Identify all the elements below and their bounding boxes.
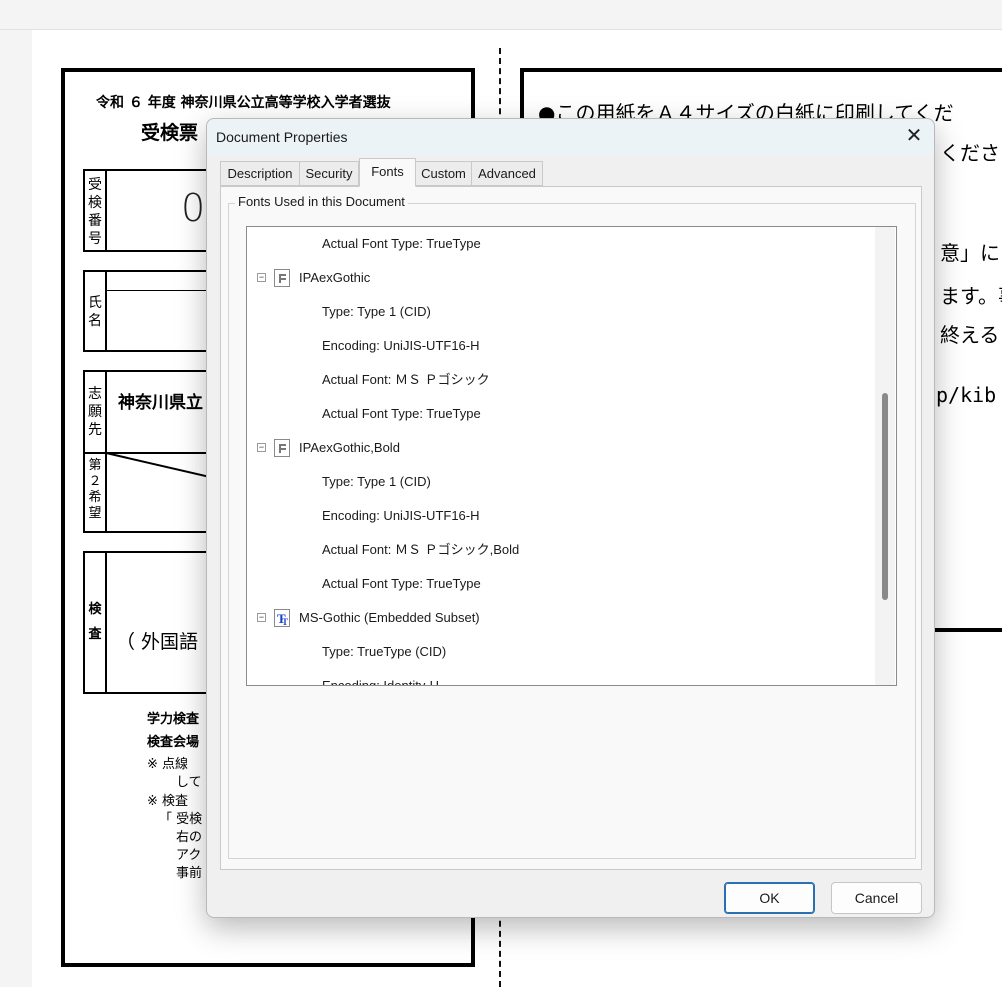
font-detail-label: Type: Type 1 (CID) — [322, 304, 431, 319]
tab-advanced[interactable]: Advanced — [471, 161, 543, 186]
font-detail-label: Type: TrueType (CID) — [322, 644, 447, 659]
note-line-4: して — [176, 775, 202, 790]
cancel-button[interactable]: Cancel — [831, 882, 922, 914]
font-name-label: MS-Gothic (Embedded Subset) — [299, 610, 480, 625]
exam-label: 検査 — [88, 602, 102, 642]
tab-security[interactable]: Security — [299, 161, 359, 186]
choice-label: 志願先 — [88, 386, 102, 438]
tab-description[interactable]: Description — [220, 161, 300, 186]
ok-button[interactable]: OK — [724, 882, 815, 914]
ticket-title: 受検票 — [141, 122, 199, 144]
note-line-5: ※ 検査 — [147, 794, 189, 809]
exam-value-cell — [105, 551, 215, 694]
instruction-line-5: 終える — [940, 323, 1000, 347]
exam-number-label: 受検番号 — [88, 177, 102, 247]
note-line-8: アク — [176, 848, 202, 863]
font-detail-label: Actual Font Type: TrueType — [322, 576, 481, 591]
diagonal-strike-line — [106, 452, 210, 478]
note-line-9: 事前 — [176, 866, 203, 881]
note-line-3: ※ 点線 — [147, 757, 189, 772]
collapse-icon[interactable]: − — [257, 443, 266, 452]
font-detail-label: Encoding: UniJIS-UTF16-H — [322, 508, 480, 523]
document-properties-dialog: Document Properties ✕ Description Securi… — [206, 118, 935, 918]
font-detail-label: Encoding: Identity-H — [322, 678, 440, 686]
font-name-label: IPAexGothic — [299, 270, 371, 285]
name-divider — [107, 290, 213, 291]
tab-custom[interactable]: Custom — [415, 161, 472, 186]
fonts-group-label: Fonts Used in this Document — [235, 194, 408, 209]
instruction-url-fragment: p/kib — [936, 383, 997, 407]
name-label: 氏名 — [88, 295, 102, 329]
font-name-label: IPAexGothic,Bold — [299, 440, 400, 455]
choice-value: 神奈川県立 — [118, 393, 203, 413]
fonts-tree-view[interactable]: Actual Font Type: TrueType − IPAexGothic Ty… — [246, 226, 897, 686]
collapse-icon[interactable]: − — [257, 273, 266, 282]
font-detail-label: Actual Font: ＭＳ Ｐゴシック,Bold — [322, 542, 520, 557]
svg-text:T: T — [282, 617, 288, 627]
font-detail-label: Encoding: UniJIS-UTF16-H — [322, 338, 480, 353]
scrollbar-thumb[interactable] — [882, 393, 888, 600]
font-detail-label: Type: Type 1 (CID) — [322, 474, 431, 489]
dialog-title: Document Properties — [216, 129, 348, 145]
exam-number-digit: 0 — [181, 186, 206, 230]
truetype-font-icon: TT — [274, 609, 290, 627]
note-line-2: 検査会場 — [147, 735, 200, 750]
instruction-line-3: 意」に — [940, 241, 1000, 265]
tab-fonts[interactable]: Fonts — [359, 158, 416, 187]
instruction-line-2: くださ — [940, 141, 1000, 165]
ticket-header-line: 令和 ６ 年度 神奈川県公立高等学校入学者選抜 — [96, 95, 391, 111]
close-icon[interactable]: ✕ — [901, 123, 927, 149]
instruction-line-4: ます。事 — [940, 284, 1002, 308]
collapse-icon[interactable]: − — [257, 613, 266, 622]
exam-subject: （ 外国語 — [116, 631, 199, 653]
type1-font-icon — [274, 439, 290, 457]
name-value-cell — [105, 270, 215, 352]
type1-font-icon — [274, 269, 290, 287]
note-line-7: 右の — [176, 830, 203, 845]
viewer-toolbar-area — [0, 0, 1002, 30]
note-line-1: 学力検査 — [147, 712, 200, 727]
vertical-scrollbar[interactable] — [875, 227, 895, 685]
font-detail-label: Actual Font Type: TrueType — [322, 236, 481, 251]
font-detail-label: Actual Font Type: TrueType — [322, 406, 481, 421]
second-choice-label: 第２希望 — [88, 458, 102, 521]
font-detail-label: Actual Font: ＭＳ Ｐゴシック — [322, 372, 490, 387]
note-line-6: 「 受検 — [159, 812, 203, 827]
dialog-titlebar[interactable]: Document Properties ✕ — [207, 119, 934, 155]
